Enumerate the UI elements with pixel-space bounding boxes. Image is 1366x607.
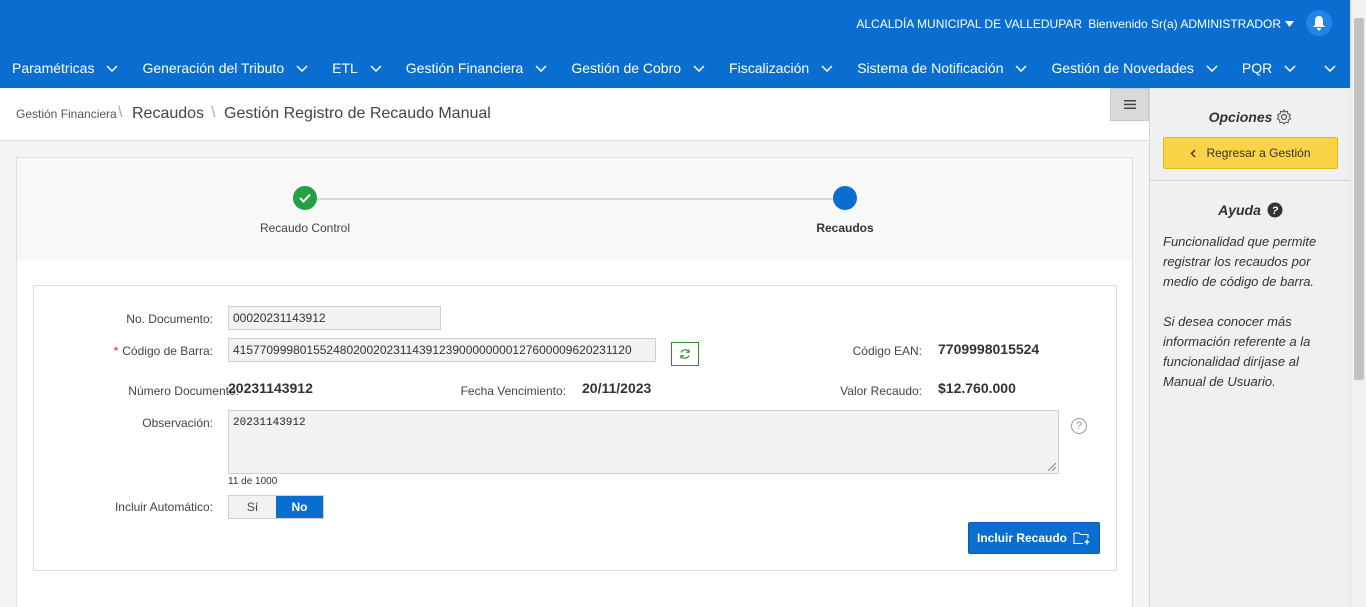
svg-text:?: ?	[1272, 205, 1279, 217]
observacion-label: Observación:	[142, 416, 213, 430]
codigo-barra-label: * Código de Barra:	[113, 344, 213, 358]
notifications-button[interactable]	[1306, 10, 1332, 36]
chevron-down-icon	[1015, 64, 1028, 72]
nav-overflow-button[interactable]	[1324, 61, 1350, 75]
breadcrumb-separator: \	[211, 104, 216, 121]
welcome-text: Bienvenido Sr(a) ADMINISTRADOR	[1088, 17, 1281, 31]
chevron-down-icon	[1324, 61, 1336, 75]
top-header: ALCALDÍA MUNICIPAL DE VALLEDUPAR Bienven…	[0, 0, 1350, 48]
gear-icon	[1276, 109, 1292, 125]
fecha-vencimiento-label: Fecha Vencimiento:	[460, 384, 566, 398]
resize-handle-icon[interactable]	[1048, 463, 1056, 471]
wizard-connector	[305, 198, 845, 200]
chevron-down-icon	[296, 64, 308, 72]
step-label-recaudo-control: Recaudo Control	[259, 221, 351, 235]
nav-item-gestion-cobro[interactable]: Gestión de Cobro	[559, 48, 717, 88]
recaudo-form: No. Documento: 00020231143912 * Código de…	[33, 285, 1117, 571]
caret-down-icon	[1285, 21, 1294, 27]
step-current-indicator	[833, 186, 857, 210]
nav-item-gestion-financiera[interactable]: Gestión Financiera	[394, 48, 560, 88]
required-indicator: *	[113, 344, 119, 358]
chevron-down-icon	[1206, 64, 1218, 72]
fecha-vencimiento-value: 20/11/2023	[582, 380, 652, 396]
chevron-down-icon	[370, 64, 382, 72]
nav-item-generacion-tributo[interactable]: Generación del Tributo	[130, 48, 320, 88]
page-title: Gestión Registro de Recaudo Manual	[224, 105, 491, 122]
codigo-barra-field[interactable]: 4157709998015524802002023114391239000000…	[228, 338, 656, 362]
divider	[1150, 180, 1351, 181]
help-question-icon[interactable]: ?	[1071, 418, 1087, 434]
nav-item-parametricas[interactable]: Paramétricas	[0, 48, 130, 88]
chevron-left-icon	[1190, 149, 1196, 157]
ayuda-heading: Ayuda ?	[1150, 202, 1351, 218]
right-sidebar: Opciones Regresar a Gestión Ayuda ? Func…	[1149, 88, 1351, 607]
nav-item-etl[interactable]: ETL	[320, 48, 394, 88]
chevron-down-icon	[535, 64, 547, 72]
nav-item-gestion-novedades[interactable]: Gestión de Novedades	[1039, 48, 1229, 88]
vertical-scrollbar[interactable]	[1350, 0, 1366, 607]
breadcrumb-separator: \	[118, 104, 123, 121]
breadcrumb: Gestión Financiera \ Recaudos \ Gestión …	[0, 88, 1149, 141]
folder-add-icon	[1073, 532, 1090, 545]
chevron-down-icon	[1284, 64, 1296, 72]
chevron-down-icon	[106, 64, 118, 72]
organization-name: ALCALDÍA MUNICIPAL DE VALLEDUPAR	[856, 17, 1082, 31]
scrollbar-thumb[interactable]	[1354, 18, 1364, 380]
no-documento-field[interactable]: 00020231143912	[228, 306, 441, 330]
incluir-recaudo-button[interactable]: Incluir Recaudo	[968, 522, 1100, 554]
help-paragraph: Funcionalidad que permite registrar los …	[1163, 234, 1317, 289]
main-region: Recaudo Control Recaudos No. Documento: …	[16, 157, 1133, 607]
no-documento-label: No. Documento:	[126, 312, 213, 326]
chevron-down-icon	[821, 64, 833, 72]
main-navigation: Paramétricas Generación del Tributo ETL …	[0, 48, 1350, 88]
step-complete-indicator	[293, 186, 317, 210]
regresar-gestion-label: Regresar a Gestión	[1206, 146, 1311, 160]
checkmark-icon	[299, 193, 311, 203]
numero-documento-value: 20231143912	[228, 380, 313, 396]
character-counter: 11 de 1000	[228, 476, 278, 487]
codigo-ean-label: Código EAN:	[852, 344, 922, 358]
breadcrumb-gestion-financiera[interactable]: Gestión Financiera	[16, 107, 117, 121]
bell-icon	[1313, 15, 1325, 30]
regresar-gestion-button[interactable]: Regresar a Gestión	[1163, 137, 1338, 169]
observacion-text: 20231143912	[233, 417, 306, 429]
numero-documento-label: Número Documento:	[128, 384, 239, 398]
incluir-automatico-toggle[interactable]: Sí No	[228, 495, 324, 519]
nav-item-pqr[interactable]: PQR	[1230, 48, 1308, 88]
toggle-option-no[interactable]: No	[276, 496, 323, 518]
valor-recaudo-label: Valor Recaudo:	[840, 384, 922, 398]
refresh-button[interactable]	[671, 342, 699, 366]
step-label-recaudos: Recaudos	[816, 221, 874, 235]
help-text: Funcionalidad que permite registrar los …	[1163, 232, 1343, 392]
refresh-icon	[680, 349, 690, 359]
breadcrumb-recaudos[interactable]: Recaudos	[132, 105, 204, 123]
valor-recaudo-value: $12.760.000	[938, 380, 1016, 396]
chevron-down-icon	[693, 64, 705, 72]
wizard-progress: Recaudo Control Recaudos	[17, 158, 1132, 260]
opciones-heading: Opciones	[1150, 109, 1351, 125]
user-menu[interactable]: Bienvenido Sr(a) ADMINISTRADOR	[1088, 17, 1294, 31]
nav-item-sistema-notificacion[interactable]: Sistema de Notificación	[845, 48, 1039, 88]
codigo-ean-value: 7709998015524	[938, 341, 1040, 357]
hamburger-icon	[1123, 100, 1136, 109]
incluir-automatico-label: Incluir Automático:	[114, 500, 213, 514]
observacion-textarea[interactable]: 20231143912	[228, 410, 1059, 474]
question-circle-icon: ?	[1267, 202, 1283, 218]
incluir-recaudo-label: Incluir Recaudo	[976, 531, 1068, 545]
toggle-panel-button[interactable]	[1110, 88, 1149, 121]
help-paragraph: Si desea conocer más información referen…	[1163, 314, 1311, 389]
nav-item-fiscalizacion[interactable]: Fiscalización	[717, 48, 845, 88]
toggle-option-si[interactable]: Sí	[229, 496, 276, 518]
